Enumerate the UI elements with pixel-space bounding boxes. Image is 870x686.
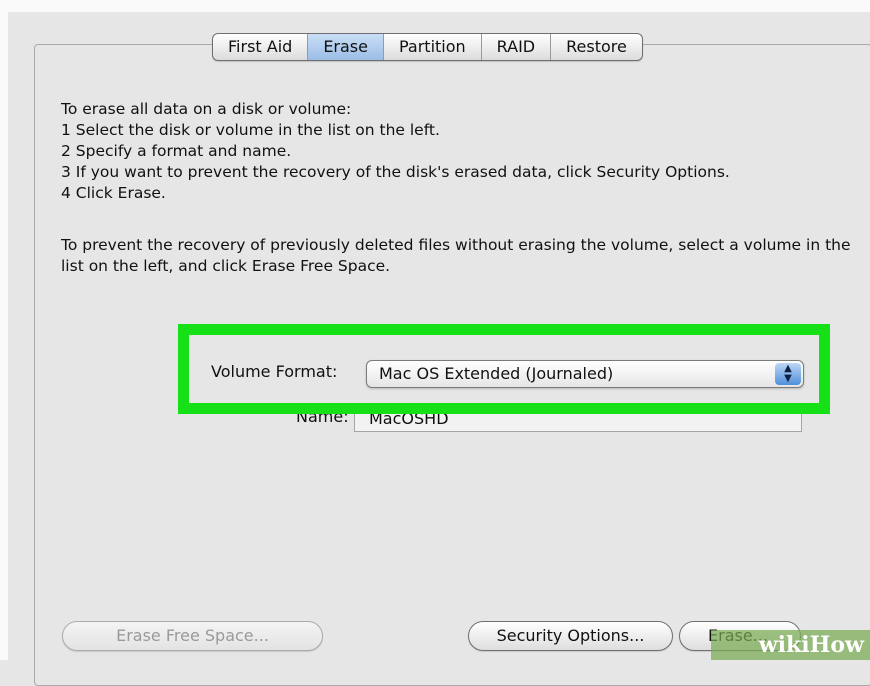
instruction-line: 2 Specify a format and name.	[61, 142, 292, 160]
window-top-edge	[0, 0, 870, 12]
tab-restore[interactable]: Restore	[551, 34, 642, 60]
volume-format-label: Volume Format:	[211, 362, 338, 381]
tab-bar: First Aid Erase Partition RAID Restore	[212, 33, 643, 61]
instruction-line: 4 Click Erase.	[61, 184, 166, 202]
instruction-line: 3 If you want to prevent the recovery of…	[61, 163, 730, 181]
erase-free-space-note: To prevent the recovery of previously de…	[61, 236, 851, 275]
tab-raid[interactable]: RAID	[482, 34, 552, 60]
instruction-line: To erase all data on a disk or volume:	[61, 100, 352, 118]
erase-instructions: To erase all data on a disk or volume: 1…	[61, 99, 730, 204]
tab-erase[interactable]: Erase	[308, 34, 384, 60]
window-left-edge	[0, 0, 8, 660]
tab-first-aid[interactable]: First Aid	[213, 34, 309, 60]
up-down-arrows-icon: ▲ ▼	[775, 363, 801, 385]
security-options-button[interactable]: Security Options...	[468, 621, 673, 651]
tab-partition[interactable]: Partition	[384, 34, 482, 60]
wikihow-watermark: wikiHow	[711, 630, 870, 660]
instruction-line: 1 Select the disk or volume in the list …	[61, 121, 440, 139]
erase-free-space-button[interactable]: Erase Free Space...	[62, 621, 323, 651]
volume-format-select[interactable]: Mac OS Extended (Journaled) ▲ ▼	[366, 360, 804, 388]
volume-format-value: Mac OS Extended (Journaled)	[379, 364, 614, 383]
